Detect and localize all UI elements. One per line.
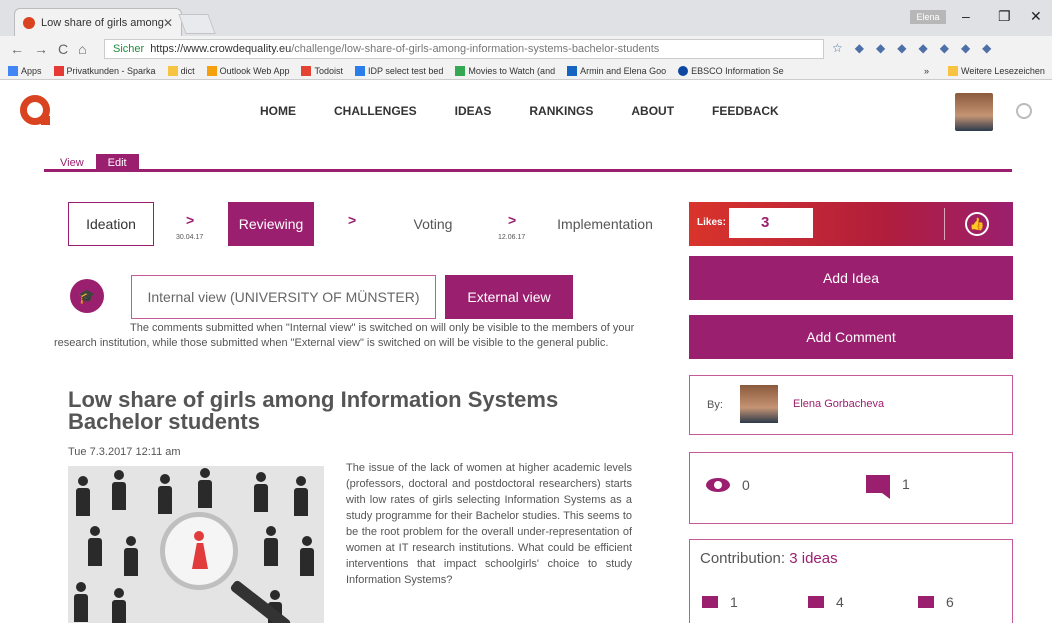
bookmark-item[interactable]: Movies to Watch (and (455, 65, 555, 76)
views-count: 0 (742, 477, 750, 493)
comment-icon (918, 596, 934, 608)
extension-icon[interactable]: ◆ (918, 41, 927, 55)
url-host: https://www.crowdequality.eu (150, 43, 292, 55)
chevron-right-icon: > (348, 212, 357, 228)
visibility-notice: The comments submitted when "Internal vi… (54, 322, 635, 349)
bookmarks-bar: Apps Privatkunden - Sparka dict Outlook … (0, 62, 1052, 80)
magnifier-icon (160, 512, 238, 590)
post-date: Tue 7.3.2017 12:11 am (68, 446, 181, 458)
phase-ideation: Ideation (68, 202, 154, 246)
extension-icon[interactable]: ◆ (897, 41, 906, 55)
address-bar[interactable]: Sicher https://www.crowdequality.eu /cha… (104, 39, 824, 59)
back-icon[interactable]: ← (10, 41, 24, 57)
close-window-icon[interactable]: ✕ (1030, 8, 1042, 25)
author-name[interactable]: Elena Gorbacheva (793, 398, 884, 410)
nav-challenges[interactable]: CHALLENGES (334, 104, 417, 118)
nav-about[interactable]: ABOUT (631, 104, 674, 118)
bookmarks-overflow[interactable]: » (924, 66, 929, 76)
forward-icon[interactable]: → (34, 41, 48, 57)
browser-tab[interactable]: Low share of girls among ✕ (14, 8, 182, 36)
extension-icon[interactable]: ◆ (940, 41, 949, 55)
profile-chip[interactable]: Elena (910, 10, 946, 24)
contribution-heading: Contribution: 3 ideas (700, 550, 838, 567)
home-icon[interactable]: ⌂ (78, 41, 86, 57)
reload-icon[interactable]: C (58, 41, 68, 57)
bookmark-item[interactable]: EBSCO Information Se (678, 65, 784, 76)
tab-title: Low share of girls among (41, 16, 164, 29)
contrib-people-count: 1 (730, 594, 738, 610)
search-icon[interactable] (1016, 103, 1032, 119)
people-icon (702, 596, 718, 608)
bookmark-item[interactable]: dict (167, 65, 195, 76)
phase-reviewing: Reviewing (228, 202, 314, 246)
minimize-icon[interactable]: – (962, 8, 970, 24)
bookmark-item[interactable]: Todoist (301, 65, 343, 76)
thumbs-up-icon (808, 596, 824, 608)
other-bookmarks[interactable]: Weitere Lesezeichen (948, 65, 1045, 76)
author-card: By: Elena Gorbacheva (689, 375, 1013, 435)
contribution-card: Contribution: 3 ideas 1 4 6 (689, 539, 1013, 623)
new-tab-button[interactable] (178, 14, 216, 34)
challenge-image (68, 466, 324, 623)
extension-icon[interactable]: ◆ (855, 41, 864, 55)
author-avatar[interactable] (740, 385, 778, 423)
tab-close-icon[interactable]: ✕ (163, 16, 173, 30)
likes-label: Likes: (697, 217, 726, 228)
address-row: ← → C ⌂ Sicher https://www.crowdequality… (0, 36, 1052, 62)
add-idea-button[interactable]: Add Idea (689, 256, 1013, 300)
extension-icon[interactable]: ◆ (876, 41, 885, 55)
bookmark-item[interactable]: IDP select test bed (355, 65, 443, 76)
bookmark-item[interactable]: Armin and Elena Goo (567, 65, 666, 76)
phase-voting: Voting (413, 216, 453, 232)
extension-icons: ☆ ◆ ◆ ◆ ◆ ◆ ◆ ◆ (832, 41, 991, 55)
bookmark-item[interactable]: Outlook Web App (206, 65, 289, 76)
add-comment-button[interactable]: Add Comment (689, 315, 1013, 359)
extension-icon[interactable]: ◆ (961, 41, 970, 55)
secure-label: Sicher (113, 43, 145, 55)
nav-ideas[interactable]: IDEAS (455, 104, 492, 118)
graduation-cap-icon: 🎓 (70, 279, 104, 313)
crowdequality-logo[interactable] (20, 95, 50, 125)
like-thumb-icon[interactable]: 👍 (965, 212, 989, 236)
internal-view-button[interactable]: Internal view (UNIVERSITY OF MÜNSTER) (131, 275, 436, 319)
likes-count: 3 (729, 208, 813, 238)
views-eye-icon (706, 478, 730, 492)
page-title: Low share of girls among Information Sys… (68, 387, 559, 434)
contrib-likes-count: 4 (836, 594, 844, 610)
divider (44, 169, 1012, 172)
main-menu: HOME CHALLENGES IDEAS RANKINGS ABOUT FEE… (260, 104, 779, 118)
stats-card: 0 1 (689, 452, 1013, 524)
site-header: HOME CHALLENGES IDEAS RANKINGS ABOUT FEE… (0, 81, 1052, 139)
phase-date: 30.04.17 (176, 234, 204, 241)
challenge-description: The issue of the lack of women at higher… (346, 462, 632, 586)
star-icon[interactable]: ☆ (832, 41, 843, 55)
challenge-phases: Ideation > 30.04.17 Reviewing > Voting >… (68, 202, 668, 246)
chevron-right-icon: > (508, 212, 517, 228)
comments-count: 1 (902, 476, 910, 492)
nav-feedback[interactable]: FEEDBACK (712, 104, 779, 118)
phase-date: 12.06.17 (498, 234, 526, 241)
phase-implementation: Implementation (557, 216, 653, 232)
contrib-comments-count: 6 (946, 594, 954, 610)
browser-tabstrip: Low share of girls among ✕ Elena – ❐ ✕ (0, 0, 1052, 36)
url-path: /challenge/low-share-of-girls-among-info… (291, 43, 660, 55)
site-favicon-icon (23, 16, 35, 29)
comments-icon (866, 475, 890, 499)
nav-home[interactable]: HOME (260, 104, 296, 118)
bookmark-item[interactable]: Privatkunden - Sparka (53, 65, 156, 76)
restore-icon[interactable]: ❐ (998, 8, 1011, 25)
chevron-right-icon: > (186, 212, 195, 228)
external-view-button[interactable]: External view (445, 275, 573, 319)
extension-icon[interactable]: ◆ (982, 41, 991, 55)
likes-bar: Likes: 3 👍 (689, 202, 1013, 246)
user-avatar[interactable] (955, 93, 993, 131)
by-label: By: (707, 399, 723, 411)
nav-rankings[interactable]: RANKINGS (529, 104, 593, 118)
contribution-value[interactable]: 3 ideas (789, 550, 837, 567)
bookmark-item[interactable]: Apps (8, 65, 42, 76)
